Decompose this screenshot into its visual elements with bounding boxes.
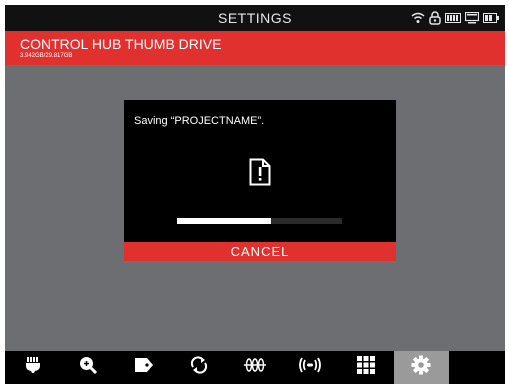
tab-zoom[interactable] — [61, 351, 117, 384]
cancel-button[interactable]: CANCEL — [124, 242, 396, 261]
tab-grid-lines[interactable] — [227, 351, 283, 384]
bottom-toolbar — [5, 351, 505, 384]
tab-tag[interactable] — [116, 351, 172, 384]
broadcast-icon — [298, 356, 322, 379]
tag-icon — [134, 357, 154, 378]
grid-lines-icon — [243, 357, 267, 378]
rotate-icon — [190, 356, 208, 379]
file-warning-icon — [249, 158, 271, 191]
drive-header: CONTROL HUB THUMB DRIVE 3.942GB/29.817GB — [5, 31, 505, 65]
drive-name: CONTROL HUB THUMB DRIVE — [20, 36, 222, 52]
grid-icon — [356, 356, 375, 379]
status-icons — [411, 10, 499, 26]
wifi-icon — [411, 12, 425, 24]
progress-fill — [177, 218, 272, 224]
tab-settings[interactable] — [393, 351, 449, 384]
display-icon — [465, 12, 479, 24]
tab-broadcast[interactable] — [283, 351, 339, 384]
device-battery-icon — [483, 13, 499, 23]
progress-bar — [177, 218, 342, 224]
gear-icon — [411, 355, 431, 380]
tab-brush[interactable] — [5, 351, 61, 384]
saving-message: Saving “PROJECTNAME”. — [134, 115, 265, 127]
saving-dialog: Saving “PROJECTNAME”. — [124, 100, 396, 259]
brush-icon — [24, 356, 42, 379]
tab-grid[interactable] — [338, 351, 394, 384]
drive-capacity: 3.942GB/29.817GB — [20, 53, 73, 59]
tab-rotate[interactable] — [172, 351, 228, 384]
zoom-in-icon — [79, 356, 98, 379]
battery-icon — [445, 13, 461, 23]
device-screen: SETTINGS CONTROL HUB THUMB DRIVE 3.942GB… — [5, 5, 505, 384]
top-bar: SETTINGS — [5, 5, 505, 31]
lock-icon — [429, 11, 441, 25]
